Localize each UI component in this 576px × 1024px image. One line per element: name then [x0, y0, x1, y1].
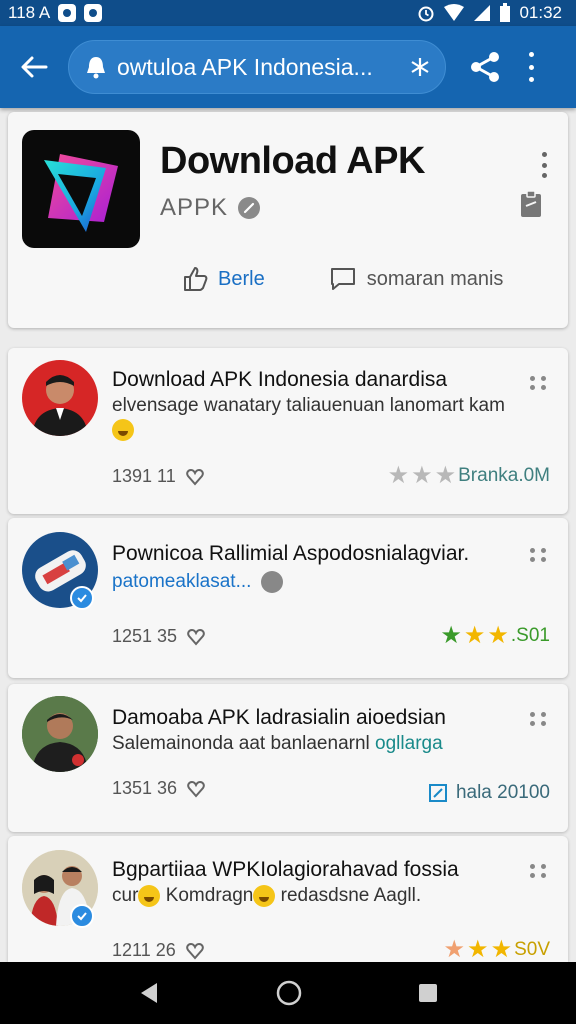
alarm-icon [418, 6, 434, 22]
post-subtitle: Salemainonda aat banlaenarnl ogllarga [112, 732, 512, 756]
post-subtitle-accent: ogllarga [375, 733, 443, 754]
feed-card[interactable]: Damoaba APK ladrasialin aioedsian Salema… [8, 684, 568, 832]
app-bar: owtuloa APK Indonesia... [0, 26, 576, 108]
status-time: 01:32 [519, 3, 562, 22]
star-icon: ★ [467, 936, 489, 963]
notification-icon [58, 4, 77, 22]
nav-recents-icon[interactable] [417, 982, 439, 1004]
post-meta-text: 1251 35 [112, 626, 178, 646]
share-icon[interactable] [468, 50, 502, 84]
post-meta: 1391 11 [112, 466, 204, 487]
post-title: Pownicoa Rallimial Aspodosnialagviar. [112, 542, 470, 565]
back-button[interactable] [14, 47, 54, 87]
star-icon: ★ [387, 462, 410, 489]
post-options-icon[interactable] [530, 712, 548, 726]
nav-back-icon[interactable] [137, 981, 161, 1005]
signal-icon [474, 5, 491, 21]
emoji-icon [253, 884, 276, 907]
star-icon: ★ [440, 622, 462, 649]
post-subtitle-text: Salemainonda aat banlaenarnl [112, 733, 370, 754]
comment-icon [330, 268, 355, 290]
heart-icon[interactable] [185, 468, 204, 486]
feed-card[interactable]: Pownicoa Rallimial Aspodosnialagviar. pa… [8, 518, 568, 678]
app-actions: Berle somaran manis [182, 266, 503, 292]
status-bar: 118 A 01:32 [0, 0, 576, 26]
rating-text: Branka.0M [458, 465, 550, 486]
clipboard-icon[interactable] [520, 190, 542, 218]
post-subtitle-part: redasdsne Aagll. [280, 885, 422, 906]
post-rating: hala 20100 [428, 782, 550, 804]
heart-icon[interactable] [187, 780, 205, 798]
star-icon: ★ [443, 936, 466, 963]
post-subtitle: patomeaklasat... [112, 570, 512, 594]
star-icon: ★ [411, 462, 433, 489]
post-title: Download APK Indonesia danardisa [112, 368, 448, 391]
verified-icon [238, 197, 261, 219]
emoji-icon [112, 418, 134, 441]
bell-icon [87, 57, 105, 79]
post-subtitle-part: Komdragn [165, 885, 254, 906]
wifi-icon [444, 4, 465, 21]
search-text: owtuloa APK Indonesia... [117, 53, 373, 80]
post-title: Bgpartiiaa WPKIolagiorahavad fossia [112, 858, 459, 881]
avatar[interactable] [22, 696, 98, 772]
comment-label: somaran manis [366, 267, 504, 290]
post-options-icon[interactable] [530, 376, 548, 390]
like-label: Berle [218, 267, 265, 290]
battery-icon [500, 3, 511, 22]
nav-home-icon[interactable] [275, 979, 303, 1007]
comment-button[interactable]: somaran manis [329, 266, 504, 292]
heart-icon[interactable] [187, 628, 205, 646]
feed-card[interactable]: Download APK Indonesia danardisa elvensa… [8, 348, 568, 514]
emoji-icon [260, 570, 283, 593]
search-field[interactable]: owtuloa APK Indonesia... [68, 40, 446, 94]
system-nav-bar [0, 962, 576, 1024]
developer-label: APPK [160, 194, 229, 221]
post-rating: ★ ★ ★ Branka.0M [388, 464, 550, 488]
avatar[interactable] [22, 360, 98, 436]
post-rating: ★ ★ ★ S0V [444, 938, 550, 962]
edit-square-icon [428, 784, 447, 802]
star-icon: ★ [463, 622, 486, 649]
post-subtitle-part: cur [112, 885, 139, 906]
star-icon: ★ [434, 462, 457, 489]
post-meta-text: 1351 36 [112, 778, 178, 798]
post-subtitle: elvensage wanatary taliauenuan lanomart … [112, 394, 512, 442]
post-meta-text: 1211 26 [112, 940, 176, 960]
post-meta: 1211 26 [112, 940, 204, 961]
like-button[interactable]: Berle [182, 266, 265, 292]
post-options-icon[interactable] [530, 548, 548, 562]
feed-card[interactable]: Bgpartiiaa WPKIolagiorahavad fossia cur … [8, 836, 568, 962]
status-left-text: 118 A [8, 3, 51, 22]
emoji-icon [138, 884, 161, 907]
star-icon: ★ [487, 622, 509, 649]
notification-icon-2 [84, 4, 103, 22]
verified-badge-icon [70, 586, 94, 610]
post-rating: ★ ★ ★ .S01 [440, 624, 550, 648]
post-title: Damoaba APK ladrasialin aioedsian [112, 706, 446, 729]
post-meta: 1351 36 [112, 778, 205, 799]
back-arrow-icon [21, 56, 48, 78]
app-title: Download APK [160, 140, 425, 182]
star-icon: ★ [490, 936, 513, 963]
rating-text: hala 20100 [455, 782, 550, 803]
clear-icon[interactable] [409, 56, 431, 78]
post-meta: 1251 35 [112, 626, 205, 647]
post-subtitle-text: patomeaklasat... [112, 571, 252, 592]
overflow-menu-icon[interactable] [526, 52, 536, 82]
post-subtitle: cur Komdragn redasdsne Aagll. [112, 884, 512, 908]
rating-text: S0V [514, 939, 550, 960]
post-subtitle-text: elvensage wanatary taliauenuan lanomart … [112, 395, 505, 416]
verified-badge-icon [70, 904, 94, 928]
developer-name[interactable]: APPK [160, 194, 261, 222]
app-logo-icon[interactable] [22, 130, 140, 248]
rating-text: .S01 [510, 625, 550, 646]
app-options-icon[interactable] [542, 152, 548, 178]
post-meta-text: 1391 11 [112, 466, 176, 486]
thumbs-up-icon [184, 267, 208, 291]
post-options-icon[interactable] [530, 864, 548, 878]
heart-icon[interactable] [185, 942, 204, 960]
app-header-card: Download APK APPK Berle somaran manis [8, 112, 568, 328]
